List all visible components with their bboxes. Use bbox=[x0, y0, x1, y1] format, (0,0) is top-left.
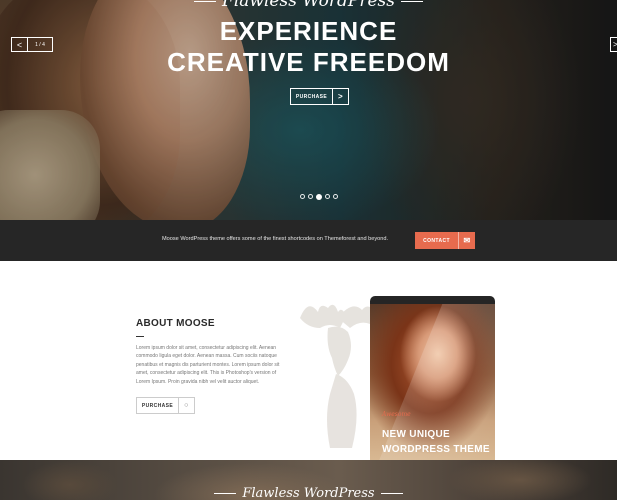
device-title: NEW UNIQUE WORDPRESS THEME bbox=[382, 427, 490, 457]
hero-script-heading: Flawless WordPress bbox=[0, 0, 617, 11]
hero-title: EXPERIENCE CREATIVE FREEDOM bbox=[0, 16, 617, 78]
chevron-right-icon: > bbox=[613, 40, 617, 49]
bottom-script-heading: Flawless WordPress bbox=[0, 486, 617, 500]
bottom-script-text: Flawless WordPress bbox=[242, 486, 375, 500]
slider-dot[interactable] bbox=[308, 194, 313, 199]
chevron-right-icon: > bbox=[332, 89, 348, 104]
envelope-icon: ✉ bbox=[458, 232, 475, 249]
device-title-line1: NEW UNIQUE bbox=[382, 429, 450, 440]
slider-dot-active[interactable] bbox=[316, 193, 322, 200]
device-subtitle: Awesome bbox=[382, 411, 411, 418]
hero-title-line2: CREATIVE FREEDOM bbox=[167, 47, 450, 77]
slider-next-button[interactable]: > bbox=[610, 37, 617, 52]
contact-button[interactable]: CONTACT ✉ bbox=[415, 232, 475, 249]
slider-pagination bbox=[300, 193, 338, 200]
lightbulb-icon: ○ bbox=[178, 398, 194, 413]
hero-script-text: Flawless WordPress bbox=[222, 0, 395, 11]
script-divider-right bbox=[380, 493, 403, 494]
slider-dot[interactable] bbox=[300, 194, 305, 199]
slider-dot[interactable] bbox=[325, 194, 330, 199]
device-mockup: Awesome NEW UNIQUE WORDPRESS THEME bbox=[370, 296, 495, 460]
contact-button-label: CONTACT bbox=[423, 237, 450, 244]
about-purchase-label: PURCHASE bbox=[141, 402, 174, 409]
about-divider bbox=[136, 336, 144, 337]
about-purchase-button[interactable]: PURCHASE ○ bbox=[136, 397, 195, 414]
slider-dot[interactable] bbox=[333, 194, 338, 199]
moose-illustration bbox=[300, 304, 376, 448]
script-divider-right bbox=[400, 1, 423, 2]
cta-bar: Moose WordPress theme offers some of the… bbox=[0, 220, 617, 261]
slider-nav: < 1 / 4 bbox=[11, 37, 53, 52]
hero-purchase-button[interactable]: PURCHASE > bbox=[290, 88, 349, 105]
slider-prev-button[interactable]: < bbox=[12, 38, 28, 51]
hero-slider: Flawless WordPress EXPERIENCE CREATIVE F… bbox=[0, 0, 617, 220]
device-title-line2: WORDPRESS THEME bbox=[382, 444, 490, 455]
script-divider-left bbox=[214, 493, 237, 494]
device-screen-image: Awesome NEW UNIQUE WORDPRESS THEME bbox=[370, 304, 495, 460]
cta-text: Moose WordPress theme offers some of the… bbox=[162, 236, 389, 242]
hero-title-line1: EXPERIENCE bbox=[219, 16, 398, 46]
script-divider-left bbox=[194, 1, 217, 2]
about-title: ABOUT MOOSE bbox=[136, 318, 215, 329]
about-text: Lorem ipsum dolor sit amet, consectetur … bbox=[136, 345, 280, 385]
slider-counter: 1 / 4 bbox=[35, 41, 45, 48]
hero-purchase-label: PURCHASE bbox=[295, 93, 328, 100]
